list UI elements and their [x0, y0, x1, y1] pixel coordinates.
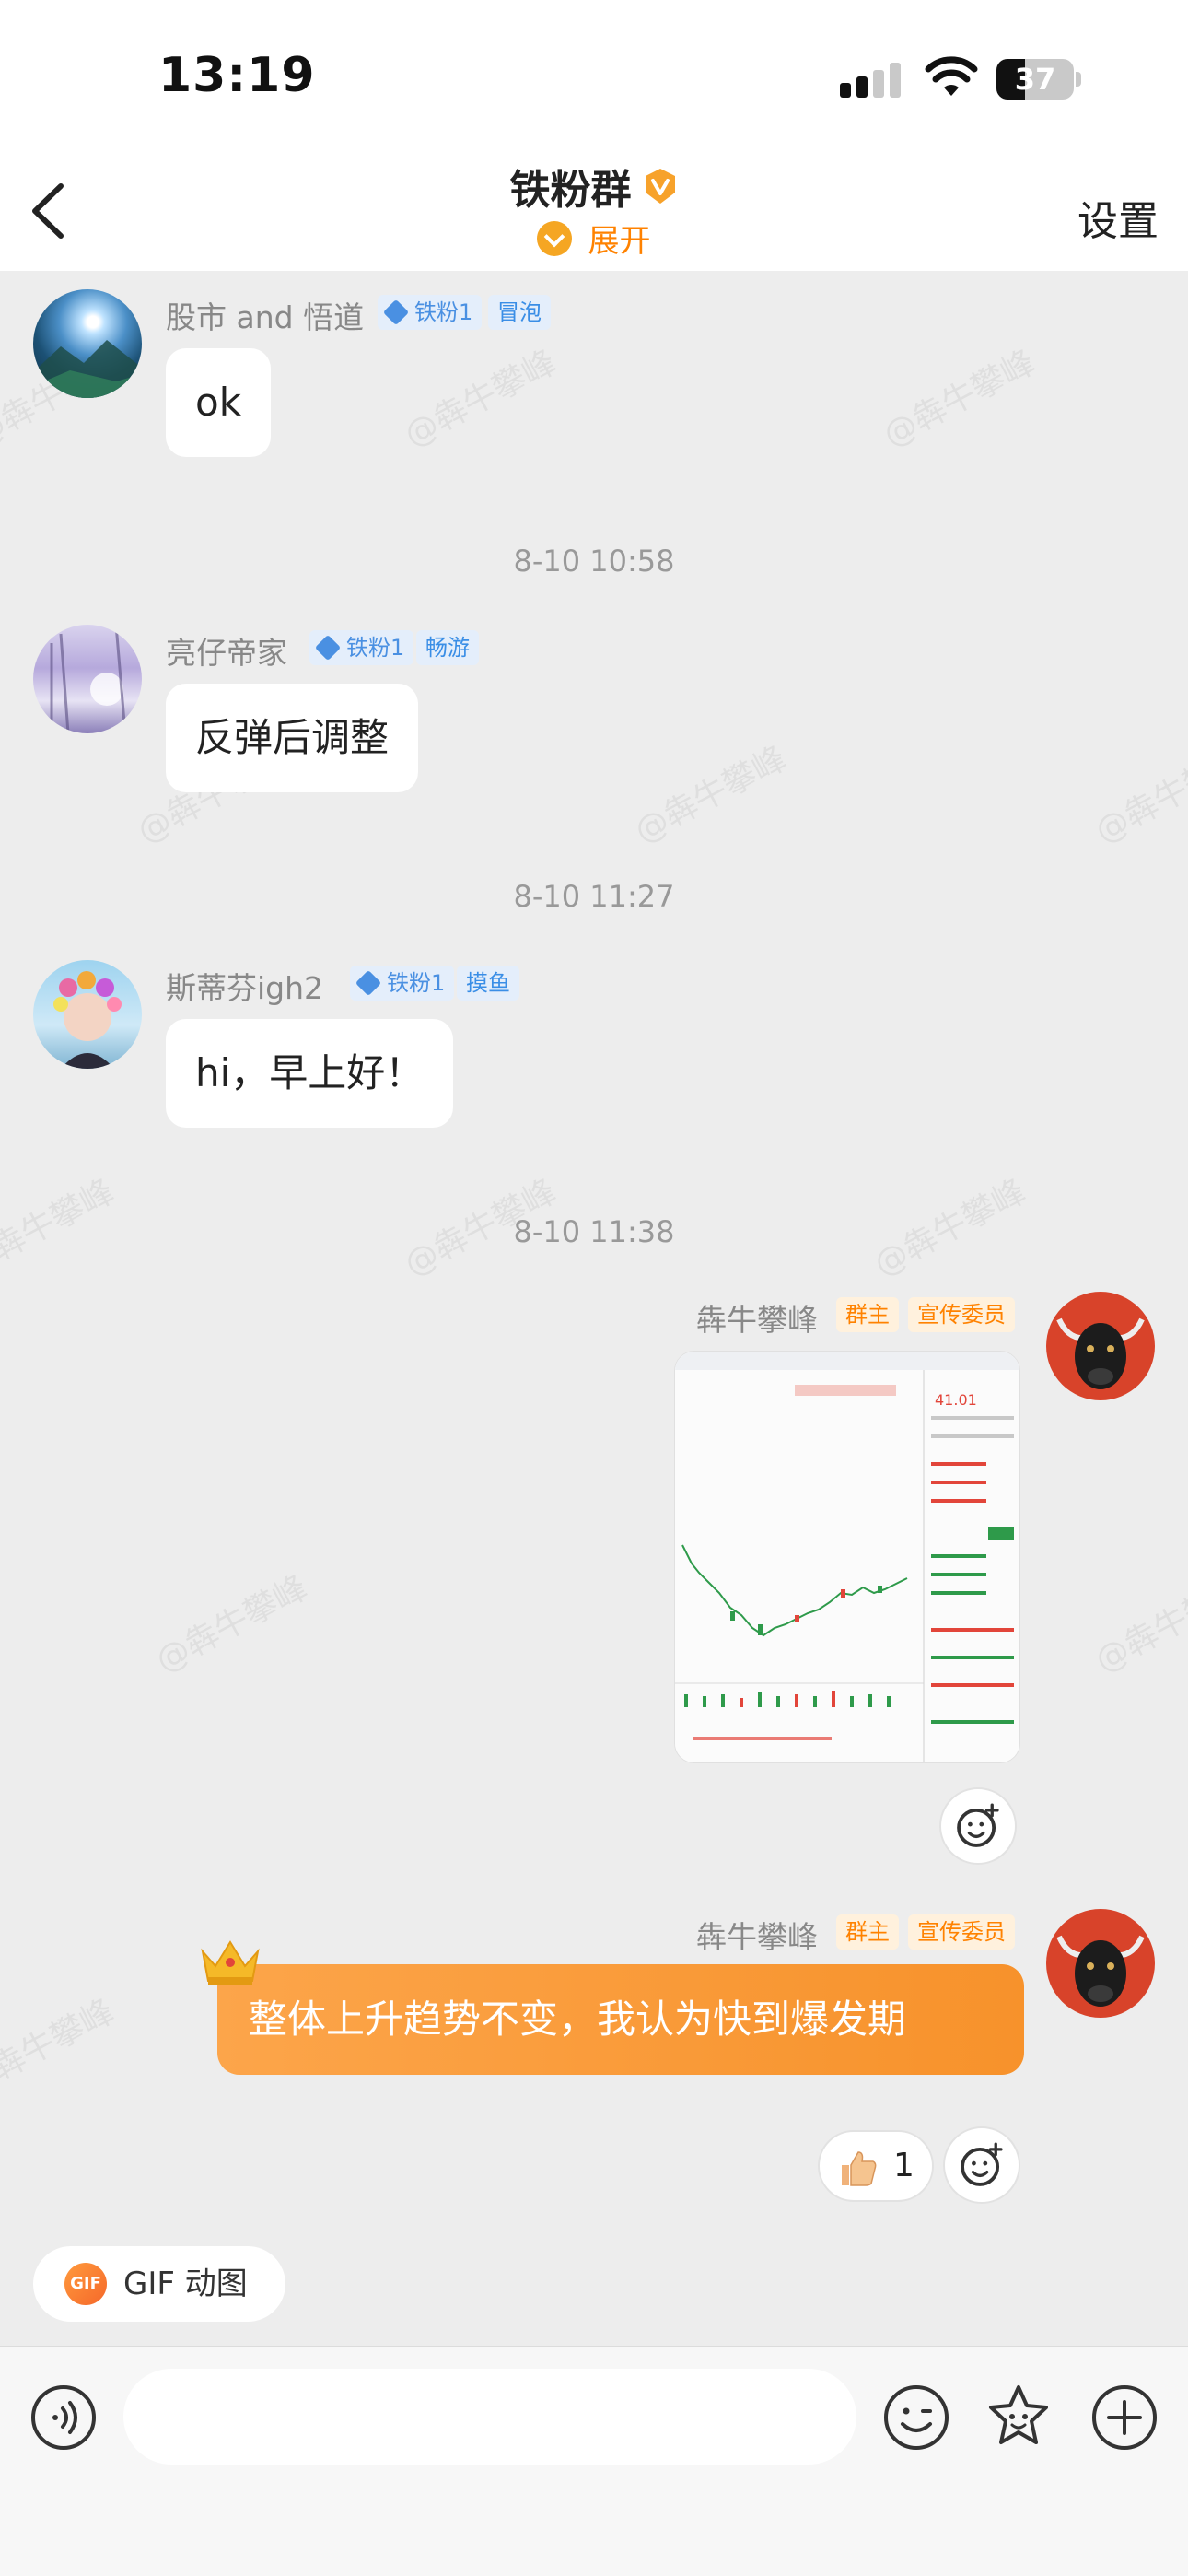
timestamp: 8-10 10:58 [513, 544, 675, 579]
diamond-icon [314, 634, 342, 662]
watermark: @犇牛攀峰 [877, 343, 1042, 455]
sender-name: 亮仔帝家 [166, 635, 287, 671]
watermark: @犇牛攀峰 [149, 1568, 314, 1680]
avatar[interactable] [33, 960, 142, 1069]
crown-icon [201, 1940, 260, 1985]
message-bubble-self[interactable]: 整体上升趋势不变，我认为快到爆发期 [217, 1964, 1024, 2075]
expand-toggle[interactable]: 展开 [0, 216, 1188, 261]
avatar-landscape-image [33, 340, 142, 398]
avatar[interactable] [33, 289, 142, 398]
add-reaction-icon[interactable] [939, 1787, 1017, 1865]
expand-label: 展开 [588, 223, 651, 260]
status-time: 13:19 [158, 48, 316, 103]
avatar-portrait-image [53, 971, 122, 1069]
settings-button[interactable]: 设置 [1077, 188, 1159, 247]
sender-name: 斯蒂芬igh2 [166, 970, 324, 1006]
like-count: 1 [893, 2147, 914, 2184]
stock-chart-image[interactable]: 41.01 [674, 1351, 1020, 1763]
role-tag: 宣传委员 [908, 1914, 1015, 1950]
timestamp: 8-10 11:38 [513, 1214, 675, 1249]
group-title: 铁粉群 [509, 167, 632, 214]
diamond-icon [355, 969, 382, 997]
wifi-icon [925, 56, 978, 96]
stock-chart-thumbnail: 41.01 [675, 1352, 1019, 1762]
fan-level-label: 铁粉1 [387, 970, 446, 996]
watermark: @犇牛攀峰 [1089, 739, 1188, 851]
verified-badge-icon [645, 169, 675, 204]
sender-name: 犇牛攀峰 [696, 1302, 818, 1338]
avatar-winter-image [50, 625, 127, 733]
sender-name: 股市 and 悟道 [166, 299, 365, 335]
watermark: @犇牛攀峰 [1089, 1568, 1188, 1680]
fan-level-tag: 铁粉1 [378, 295, 483, 330]
owner-tag: 群主 [836, 1297, 899, 1332]
fan-level-tag: 铁粉1 [350, 966, 455, 1001]
fan-level-tag: 铁粉1 [309, 630, 414, 665]
fan-level-label: 铁粉1 [346, 635, 405, 661]
title-row: 铁粉群 [0, 157, 1188, 216]
role-tag: 宣传委员 [908, 1297, 1015, 1332]
sender-name: 犇牛攀峰 [696, 1919, 818, 1955]
cellular-signal-icon [840, 63, 901, 98]
gif-label: GIF 动图 [123, 2266, 248, 2302]
avatar[interactable] [1046, 1909, 1155, 2018]
timestamp: 8-10 11:27 [513, 879, 675, 914]
watermark: @犇牛攀峰 [0, 1992, 121, 2104]
gif-icon: GIF [64, 2263, 107, 2305]
status-bar: 13:19 37 [0, 0, 1188, 147]
fan-level-label: 铁粉1 [414, 299, 473, 325]
plus-icon[interactable] [1090, 2383, 1159, 2452]
avatar[interactable] [33, 625, 142, 733]
watermark: @犇牛攀峰 [628, 739, 793, 851]
message-list[interactable]: @犇牛攀峰 @犇牛攀峰 @犇牛攀峰 @犇牛攀峰 @犇牛攀峰 @犇牛攀峰 @犇牛攀… [0, 271, 1188, 2346]
battery-percent: 37 [1014, 62, 1056, 97]
battery-indicator: 37 [996, 59, 1081, 100]
battery-cap [1076, 72, 1081, 87]
message-bubble[interactable]: hi，早上好！ [166, 1019, 454, 1128]
message-bubble[interactable]: ok [166, 348, 272, 457]
bull-avatar-image [1056, 1317, 1145, 1389]
like-reaction[interactable]: 1 [818, 2130, 934, 2202]
thumbs-up-icon [842, 2151, 877, 2186]
gif-sticker-button[interactable]: GIF GIF 动图 [33, 2246, 285, 2322]
battery-body: 37 [996, 59, 1074, 100]
role-tag: 摸鱼 [457, 966, 519, 1001]
chevron-down-icon [537, 220, 573, 256]
role-tag: 畅游 [416, 630, 479, 665]
owner-tag: 群主 [836, 1914, 899, 1950]
voice-input-icon[interactable] [29, 2383, 98, 2452]
add-reaction-icon[interactable] [943, 2126, 1020, 2204]
diamond-icon [382, 299, 410, 326]
bull-avatar-image [1056, 1935, 1145, 2007]
role-tag: 冒泡 [488, 295, 551, 330]
watermark: @犇牛攀峰 [398, 343, 563, 455]
sticker-icon[interactable] [984, 2382, 1054, 2452]
stock-price-label: 41.01 [935, 1391, 977, 1409]
input-bar [0, 2346, 1188, 2576]
message-input[interactable] [123, 2369, 856, 2465]
message-bubble[interactable]: 反弹后调整 [166, 684, 419, 792]
emoji-icon[interactable] [882, 2383, 950, 2452]
avatar[interactable] [1046, 1292, 1155, 1400]
chat-header: 铁粉群 展开 设置 [0, 147, 1188, 271]
